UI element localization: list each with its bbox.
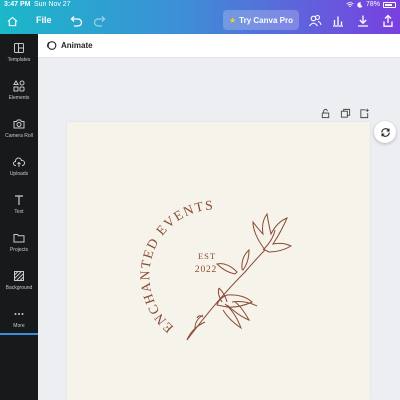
- animate-bar: Animate: [38, 34, 400, 58]
- sidebar-item-label: Text: [14, 209, 24, 215]
- add-page-icon[interactable]: [359, 108, 370, 119]
- try-canva-pro-button[interactable]: ★ Try Canva Pro: [223, 10, 299, 30]
- background-icon: [14, 271, 24, 281]
- animate-icon[interactable]: [46, 40, 57, 51]
- main-toolbar: File ★ Try Canva Pro: [0, 10, 400, 34]
- enchanted-events-logo[interactable]: ENCHANTED EVENTS EST 2022: [67, 122, 370, 400]
- sidebar-item-label: More: [13, 323, 25, 329]
- sidebar-item-templates[interactable]: Templates: [0, 34, 38, 72]
- redo-icon: [93, 16, 106, 27]
- refresh-button[interactable]: [374, 121, 396, 143]
- people-icon: [309, 15, 322, 27]
- status-indicators: 78%: [346, 1, 396, 8]
- lock-icon[interactable]: [320, 108, 331, 119]
- redo-button[interactable]: [92, 13, 108, 29]
- insights-button[interactable]: [330, 13, 346, 29]
- chart-icon: [333, 16, 343, 27]
- elements-icon: [13, 80, 25, 92]
- flower-illustration: [186, 212, 293, 341]
- upload-icon: [13, 157, 25, 167]
- sidebar-item-label: Templates: [7, 57, 31, 63]
- share-icon: [383, 14, 393, 27]
- templates-icon: [14, 43, 24, 53]
- text-icon: [15, 195, 23, 205]
- top-bar: 3:47 PM Sun Nov 27 78% File ★ Try Canva …: [0, 0, 400, 34]
- design-canvas-page[interactable]: ENCHANTED EVENTS EST 2022: [67, 122, 370, 400]
- home-icon: [7, 16, 17, 26]
- sidebar-item-label: Camera Roll: [5, 133, 33, 139]
- sidebar-item-projects[interactable]: Projects: [0, 224, 38, 262]
- try-canva-pro-label: Try Canva Pro: [239, 15, 293, 25]
- sidebar-item-background[interactable]: Background: [0, 262, 38, 300]
- battery-icon: [383, 1, 396, 8]
- crown-star-icon: ★: [229, 15, 237, 25]
- camera-icon: [13, 119, 25, 129]
- sidebar-item-label: Elements: [8, 95, 30, 101]
- sidebar-item-text[interactable]: Text: [0, 186, 38, 224]
- sidebar-item-elements[interactable]: Elements: [0, 72, 38, 110]
- sidebar-item-camera-roll[interactable]: Camera Roll: [0, 110, 38, 148]
- logo-est-text: EST: [198, 251, 216, 261]
- logo-year-text: 2022: [195, 265, 217, 275]
- download-icon: [358, 15, 368, 27]
- battery-percent: 78%: [365, 1, 380, 8]
- sidebar-item-label: Uploads: [9, 171, 29, 177]
- sidebar-divider: [0, 333, 38, 335]
- status-date: Sun Nov 27: [34, 1, 71, 8]
- refresh-icon: [380, 127, 390, 137]
- more-icon: [14, 313, 24, 315]
- status-time: 3:47 PM: [4, 1, 31, 8]
- folder-icon: [13, 234, 25, 243]
- undo-button[interactable]: [68, 13, 84, 29]
- sidebar-item-label: Projects: [9, 247, 29, 253]
- duplicate-icon[interactable]: [340, 108, 351, 119]
- wifi-icon: [346, 1, 354, 7]
- file-button[interactable]: File: [36, 15, 52, 25]
- left-sidebar: Templates Elements Camera Roll Uploads T…: [0, 34, 38, 400]
- sidebar-item-uploads[interactable]: Uploads: [0, 148, 38, 186]
- undo-icon: [70, 16, 83, 27]
- sidebar-item-label: Background: [5, 285, 33, 291]
- home-button[interactable]: [3, 12, 21, 30]
- animate-button[interactable]: Animate: [61, 41, 93, 50]
- status-bar: 3:47 PM Sun Nov 27 78%: [0, 0, 400, 10]
- share-people-button[interactable]: [307, 13, 323, 29]
- share-button[interactable]: [380, 13, 396, 29]
- moon-icon: [357, 1, 363, 8]
- download-button[interactable]: [355, 13, 371, 29]
